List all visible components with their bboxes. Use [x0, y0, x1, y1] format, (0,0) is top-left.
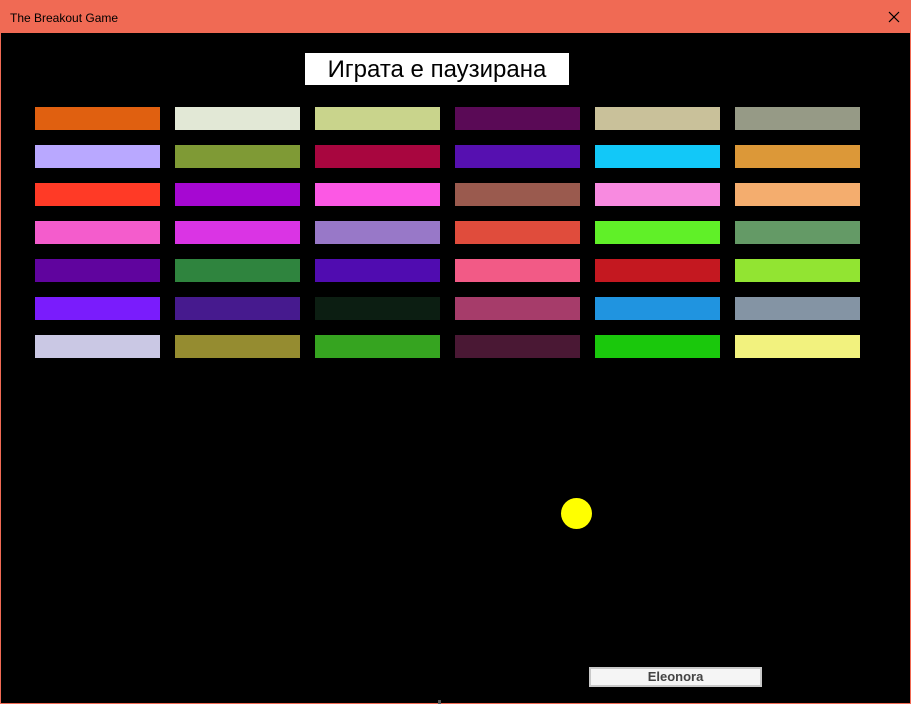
brick-r3-c2 — [175, 183, 300, 206]
brick-r1-c5 — [595, 107, 720, 130]
brick-r2-c5 — [595, 145, 720, 168]
game-canvas[interactable]: Играта е паузирана Eleonora — [2, 34, 909, 703]
brick-r2-c2 — [175, 145, 300, 168]
brick-r1-c1 — [35, 107, 160, 130]
taskbar-edge-mark — [438, 700, 441, 704]
window-title: The Breakout Game — [10, 11, 119, 25]
brick-r6-c5 — [595, 297, 720, 320]
brick-r4-c3 — [315, 221, 440, 244]
game-window: The Breakout Game Играта е паузирана Ele… — [0, 0, 911, 704]
paddle[interactable]: Eleonora — [589, 667, 762, 687]
brick-r1-c2 — [175, 107, 300, 130]
brick-r6-c4 — [455, 297, 580, 320]
brick-r7-c4 — [455, 335, 580, 358]
brick-r2-c4 — [455, 145, 580, 168]
pause-message: Играта е паузирана — [305, 53, 569, 85]
close-button[interactable] — [878, 1, 910, 33]
brick-r7-c6 — [735, 335, 860, 358]
title-bar[interactable]: The Breakout Game — [1, 1, 910, 33]
brick-r6-c2 — [175, 297, 300, 320]
brick-r5-c1 — [35, 259, 160, 282]
brick-r4-c2 — [175, 221, 300, 244]
brick-r7-c2 — [175, 335, 300, 358]
brick-r2-c6 — [735, 145, 860, 168]
ball — [561, 498, 592, 529]
brick-r4-c6 — [735, 221, 860, 244]
brick-r6-c3 — [315, 297, 440, 320]
brick-r7-c3 — [315, 335, 440, 358]
brick-r5-c3 — [315, 259, 440, 282]
brick-r3-c3 — [315, 183, 440, 206]
brick-r6-c1 — [35, 297, 160, 320]
brick-r3-c1 — [35, 183, 160, 206]
close-icon — [888, 11, 900, 23]
brick-r7-c1 — [35, 335, 160, 358]
brick-r3-c5 — [595, 183, 720, 206]
brick-r6-c6 — [735, 297, 860, 320]
brick-r1-c4 — [455, 107, 580, 130]
brick-r2-c3 — [315, 145, 440, 168]
brick-r5-c4 — [455, 259, 580, 282]
brick-r3-c6 — [735, 183, 860, 206]
brick-r4-c1 — [35, 221, 160, 244]
brick-r1-c6 — [735, 107, 860, 130]
brick-r3-c4 — [455, 183, 580, 206]
brick-r7-c5 — [595, 335, 720, 358]
brick-r4-c4 — [455, 221, 580, 244]
brick-r5-c6 — [735, 259, 860, 282]
brick-r5-c2 — [175, 259, 300, 282]
brick-r1-c3 — [315, 107, 440, 130]
brick-r2-c1 — [35, 145, 160, 168]
brick-r5-c5 — [595, 259, 720, 282]
brick-r4-c5 — [595, 221, 720, 244]
